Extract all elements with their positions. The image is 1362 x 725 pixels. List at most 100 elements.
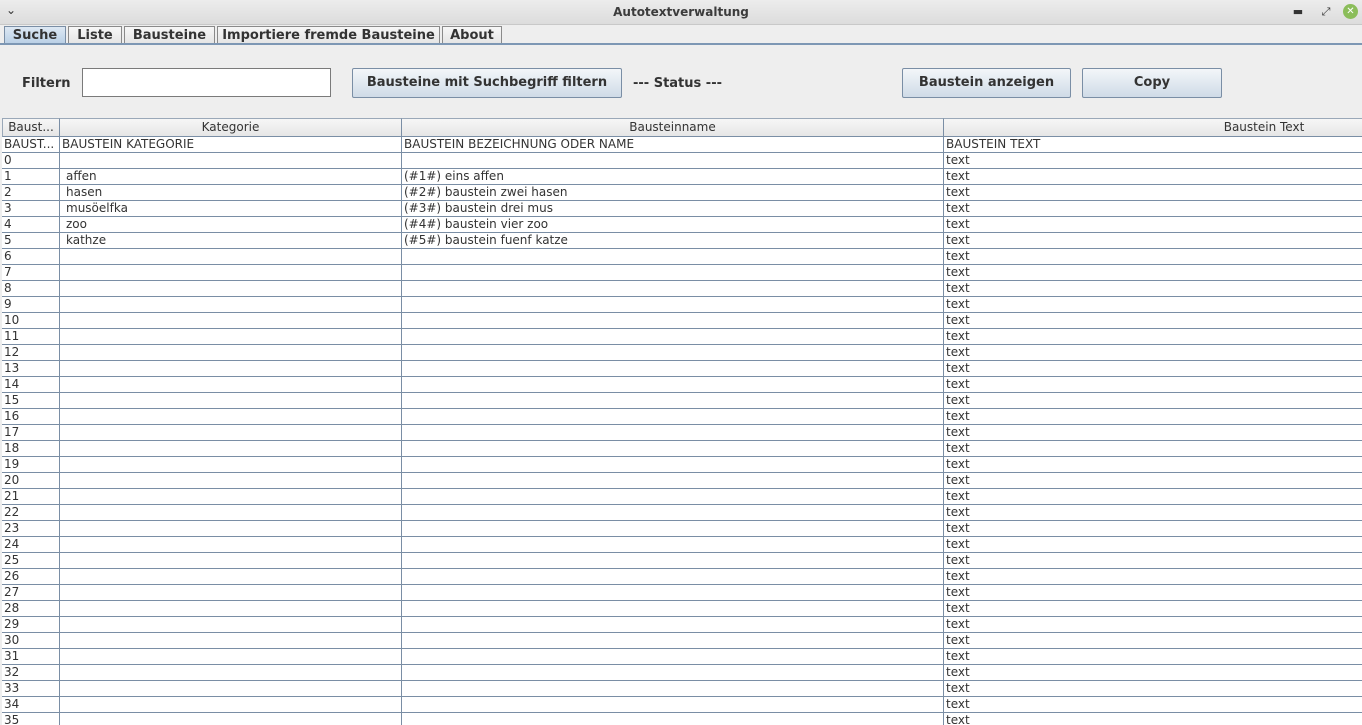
table-cell[interactable]: text — [944, 361, 1362, 376]
table-cell[interactable] — [402, 441, 944, 456]
table-cell[interactable]: 14 — [2, 377, 60, 392]
table-row[interactable]: 34 text — [2, 697, 1362, 713]
table-row[interactable]: 9 text — [2, 297, 1362, 313]
table-row[interactable]: 18 text — [2, 441, 1362, 457]
tab-about[interactable]: About — [442, 26, 502, 44]
maximize-icon[interactable]: ⤢ — [1318, 4, 1334, 20]
table-cell[interactable]: 1 — [2, 169, 60, 184]
table-row[interactable]: 22 text — [2, 505, 1362, 521]
table-cell[interactable]: BAUSTEIN BEZEICHNUNG ODER NAME — [402, 137, 944, 152]
table-cell[interactable]: 18 — [2, 441, 60, 456]
table-cell[interactable] — [402, 265, 944, 280]
table-cell[interactable] — [402, 457, 944, 472]
table-cell[interactable]: 31 — [2, 649, 60, 664]
table-row[interactable]: 6 text — [2, 249, 1362, 265]
table-row[interactable]: 17 text — [2, 425, 1362, 441]
table-row[interactable]: 15 text — [2, 393, 1362, 409]
table-cell[interactable]: text — [944, 297, 1362, 312]
table-cell[interactable]: text — [944, 521, 1362, 536]
table-row[interactable]: 35 text — [2, 713, 1362, 725]
table-cell[interactable]: 24 — [2, 537, 60, 552]
table-cell[interactable]: 15 — [2, 393, 60, 408]
table-cell[interactable] — [402, 377, 944, 392]
table-cell[interactable] — [60, 649, 402, 664]
table-cell[interactable]: text — [944, 217, 1362, 232]
table-cell[interactable] — [60, 553, 402, 568]
tab-importiere[interactable]: Importiere fremde Bausteine — [217, 26, 440, 44]
table-cell[interactable] — [60, 569, 402, 584]
table-cell[interactable] — [402, 153, 944, 168]
table-cell[interactable] — [402, 281, 944, 296]
table-cell[interactable]: text — [944, 345, 1362, 360]
table-cell[interactable] — [60, 425, 402, 440]
table-cell[interactable] — [402, 553, 944, 568]
table-cell[interactable] — [60, 665, 402, 680]
table-cell[interactable] — [402, 393, 944, 408]
table-row[interactable]: 20 text — [2, 473, 1362, 489]
table-row[interactable]: 11 text — [2, 329, 1362, 345]
table-row[interactable]: 4 zoo (#4#) baustein vier zoo text — [2, 217, 1362, 233]
table-cell[interactable] — [402, 601, 944, 616]
table-cell[interactable]: text — [944, 185, 1362, 200]
tab-suche[interactable]: Suche — [4, 26, 66, 44]
table-cell[interactable]: 19 — [2, 457, 60, 472]
table-cell[interactable] — [60, 505, 402, 520]
table-cell[interactable]: 0 — [2, 153, 60, 168]
table-cell[interactable] — [60, 473, 402, 488]
table-cell[interactable] — [402, 649, 944, 664]
table-row[interactable]: 31 text — [2, 649, 1362, 665]
table-cell[interactable] — [60, 313, 402, 328]
table-row[interactable]: 21 text — [2, 489, 1362, 505]
table-cell[interactable]: text — [944, 409, 1362, 424]
table-cell[interactable]: 9 — [2, 297, 60, 312]
column-header-bausteinname[interactable]: Bausteinname — [402, 118, 944, 137]
table-cell[interactable]: text — [944, 313, 1362, 328]
table-cell[interactable]: text — [944, 457, 1362, 472]
table-cell[interactable]: text — [944, 649, 1362, 664]
table-cell[interactable] — [402, 345, 944, 360]
table-cell[interactable]: 11 — [2, 329, 60, 344]
table-cell[interactable]: text — [944, 553, 1362, 568]
table-cell[interactable] — [60, 489, 402, 504]
table-cell[interactable] — [60, 537, 402, 552]
table-row[interactable]: 8 text — [2, 281, 1362, 297]
table-cell[interactable] — [60, 249, 402, 264]
table-cell[interactable]: text — [944, 329, 1362, 344]
table-cell[interactable] — [402, 409, 944, 424]
table-row[interactable]: 14 text — [2, 377, 1362, 393]
table-row[interactable]: 30 text — [2, 633, 1362, 649]
table-cell[interactable]: 17 — [2, 425, 60, 440]
column-header-id[interactable]: Baust... — [2, 118, 60, 137]
table-cell[interactable] — [60, 329, 402, 344]
table-cell[interactable]: text — [944, 505, 1362, 520]
table-cell[interactable]: 8 — [2, 281, 60, 296]
table-cell[interactable] — [402, 585, 944, 600]
table-cell[interactable]: 3 — [2, 201, 60, 216]
table-cell[interactable] — [60, 601, 402, 616]
table-cell[interactable] — [60, 377, 402, 392]
table-cell[interactable]: 28 — [2, 601, 60, 616]
table-cell[interactable]: text — [944, 713, 1362, 725]
table-cell[interactable] — [60, 681, 402, 696]
table-cell[interactable]: text — [944, 681, 1362, 696]
table-cell[interactable]: 25 — [2, 553, 60, 568]
table-cell[interactable] — [402, 697, 944, 712]
copy-button[interactable]: Copy — [1082, 68, 1222, 98]
table-cell[interactable]: text — [944, 633, 1362, 648]
table-cell[interactable]: hasen — [60, 185, 402, 200]
table-row[interactable]: 29 text — [2, 617, 1362, 633]
table-cell[interactable]: 6 — [2, 249, 60, 264]
column-header-text[interactable]: Baustein Text — [944, 118, 1362, 137]
table-cell[interactable] — [60, 713, 402, 725]
table-cell[interactable]: BAUSTEIN KATEGORIE — [60, 137, 402, 152]
table-row[interactable]: 12 text — [2, 345, 1362, 361]
table-cell[interactable]: text — [944, 569, 1362, 584]
table-cell[interactable] — [402, 249, 944, 264]
table-cell[interactable] — [60, 585, 402, 600]
table-cell[interactable]: text — [944, 473, 1362, 488]
table-cell[interactable]: 7 — [2, 265, 60, 280]
table-row[interactable]: 26 text — [2, 569, 1362, 585]
table-cell[interactable] — [402, 665, 944, 680]
table-cell[interactable] — [60, 617, 402, 632]
table-row[interactable]: 23 text — [2, 521, 1362, 537]
